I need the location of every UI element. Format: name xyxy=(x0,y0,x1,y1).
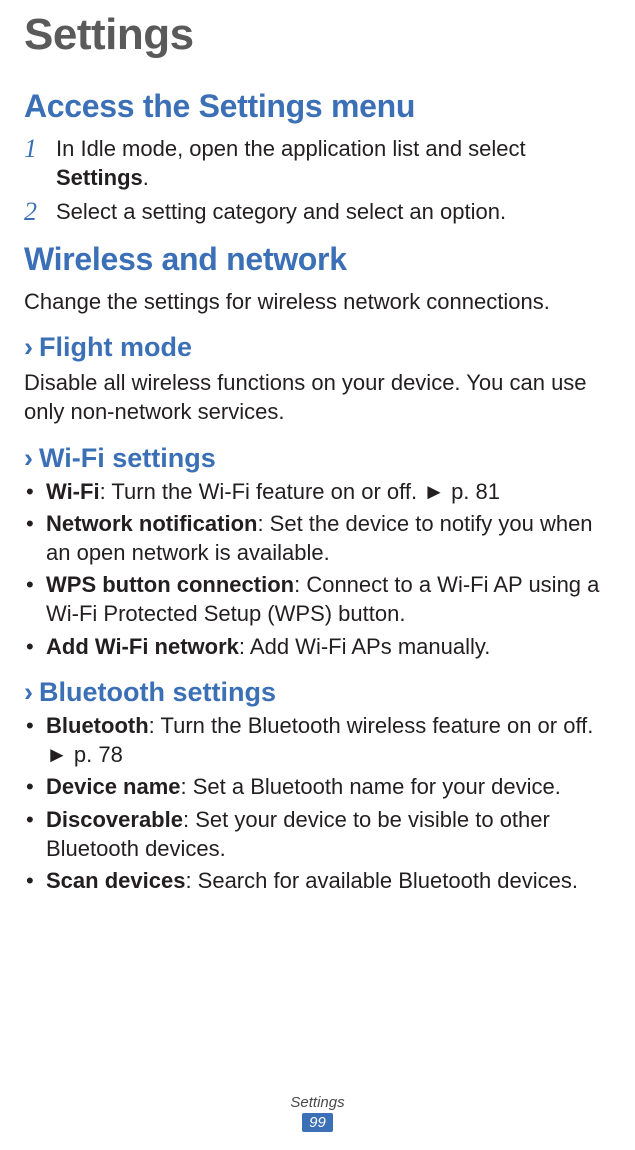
step-prefix: In Idle mode, open the application list … xyxy=(56,136,526,161)
item-bold: Wi-Fi xyxy=(46,479,100,504)
item-rest: : Search for available Bluetooth devices… xyxy=(185,868,578,893)
sub-bluetooth-settings: › Bluetooth settings xyxy=(24,677,617,708)
bluetooth-list: Bluetooth: Turn the Bluetooth wireless f… xyxy=(24,712,617,896)
item-rest: : Turn the Wi-Fi feature on or off. ► p.… xyxy=(100,479,500,504)
item-bold: Device name xyxy=(46,774,181,799)
item-bold: Add Wi-Fi network xyxy=(46,634,239,659)
item-rest: : Set a Bluetooth name for your device. xyxy=(181,774,561,799)
step-number: 1 xyxy=(24,135,56,164)
section-wireless-intro: Change the settings for wireless network… xyxy=(24,288,617,317)
list-item: Wi-Fi: Turn the Wi-Fi feature on or off.… xyxy=(24,478,617,507)
step-prefix: Select a setting category and select an … xyxy=(56,199,506,224)
list-item: WPS button connection: Connect to a Wi-F… xyxy=(24,571,617,628)
section-access-heading: Access the Settings menu xyxy=(24,88,617,125)
chevron-right-icon: › xyxy=(24,677,33,708)
step-number: 2 xyxy=(24,198,56,227)
footer-section-label: Settings xyxy=(0,1094,635,1111)
step-bold: Settings xyxy=(56,165,143,190)
manual-page: Settings Access the Settings menu 1 In I… xyxy=(0,0,635,1150)
page-footer: Settings 99 xyxy=(0,1094,635,1132)
item-bold: Network notification xyxy=(46,511,257,536)
list-item: Discoverable: Set your device to be visi… xyxy=(24,806,617,863)
sub-heading-text: Wi-Fi settings xyxy=(39,443,216,474)
list-item: Bluetooth: Turn the Bluetooth wireless f… xyxy=(24,712,617,769)
list-item: Add Wi-Fi network: Add Wi-Fi APs manuall… xyxy=(24,633,617,662)
page-number-badge: 99 xyxy=(302,1113,333,1132)
page-title: Settings xyxy=(24,10,617,60)
item-bold: WPS button connection xyxy=(46,572,294,597)
sub-heading-text: Bluetooth settings xyxy=(39,677,276,708)
section-wireless-heading: Wireless and network xyxy=(24,241,617,278)
list-item: Network notification: Set the device to … xyxy=(24,510,617,567)
step-1: 1 In Idle mode, open the application lis… xyxy=(24,135,617,192)
item-bold: Discoverable xyxy=(46,807,183,832)
item-bold: Scan devices xyxy=(46,868,185,893)
step-text: Select a setting category and select an … xyxy=(56,198,617,227)
sub-heading-text: Flight mode xyxy=(39,332,192,363)
step-suffix: . xyxy=(143,165,149,190)
list-item: Scan devices: Search for available Bluet… xyxy=(24,867,617,896)
step-text: In Idle mode, open the application list … xyxy=(56,135,617,192)
chevron-right-icon: › xyxy=(24,443,33,474)
item-bold: Bluetooth xyxy=(46,713,149,738)
flight-mode-body: Disable all wireless functions on your d… xyxy=(24,369,617,426)
sub-flight-mode: › Flight mode xyxy=(24,332,617,363)
list-item: Device name: Set a Bluetooth name for yo… xyxy=(24,773,617,802)
wifi-list: Wi-Fi: Turn the Wi-Fi feature on or off.… xyxy=(24,478,617,662)
chevron-right-icon: › xyxy=(24,332,33,363)
sub-wifi-settings: › Wi-Fi settings xyxy=(24,443,617,474)
step-2: 2 Select a setting category and select a… xyxy=(24,198,617,227)
item-rest: : Add Wi-Fi APs manually. xyxy=(239,634,490,659)
